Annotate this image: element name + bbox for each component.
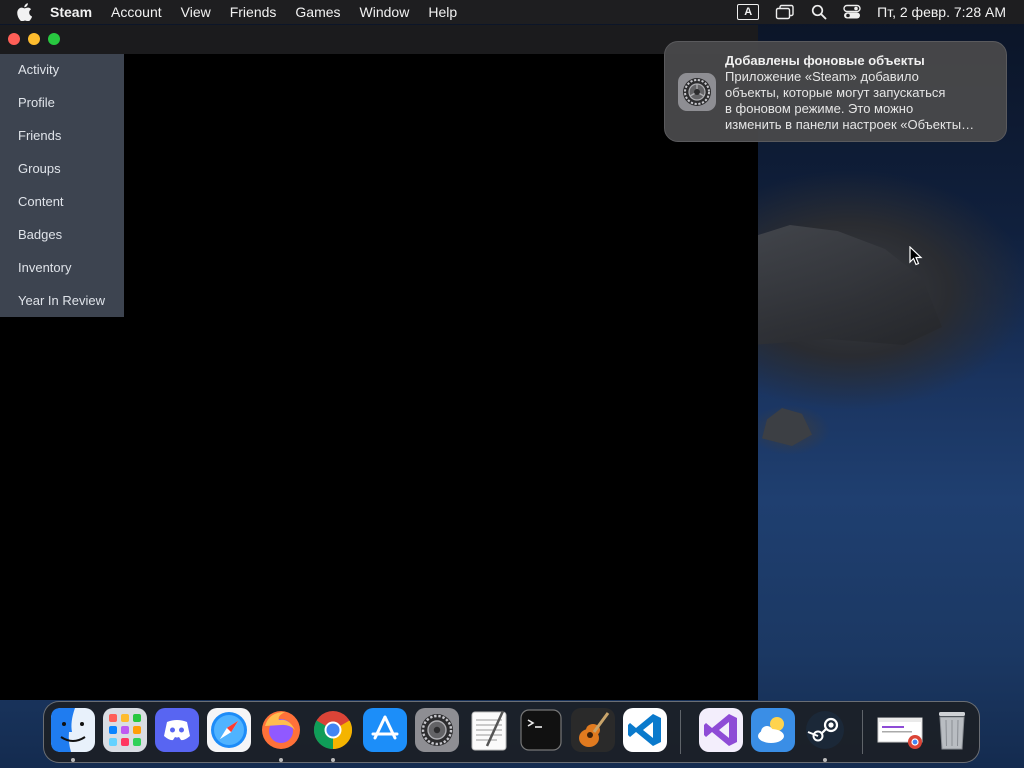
control-center-icon[interactable] xyxy=(843,4,861,20)
menu-account[interactable]: Account xyxy=(111,0,162,24)
launchpad-icon[interactable] xyxy=(103,708,147,752)
menu-item-content[interactable]: Content xyxy=(0,186,124,219)
garageband-icon[interactable] xyxy=(571,708,615,752)
wallpaper-rock xyxy=(752,225,942,345)
menu-friends[interactable]: Friends xyxy=(230,0,277,24)
terminal-icon[interactable] xyxy=(519,708,563,752)
menu-games[interactable]: Games xyxy=(295,0,340,24)
mouse-cursor-icon xyxy=(909,245,923,271)
window-titlebar[interactable] xyxy=(0,25,758,54)
menu-item-groups[interactable]: Groups xyxy=(0,153,124,186)
system-settings-dock-icon[interactable] xyxy=(415,708,459,752)
dock-separator xyxy=(680,710,681,754)
steam-icon[interactable] xyxy=(803,708,847,752)
notification-body: Приложение «Steam» добавило объекты, кот… xyxy=(725,69,975,132)
dock xyxy=(43,701,980,763)
screen-mirroring-icon[interactable] xyxy=(775,4,795,20)
chrome-icon[interactable] xyxy=(311,708,355,752)
weather-icon[interactable] xyxy=(751,708,795,752)
window-edge-shadow xyxy=(744,54,758,700)
menu-steam[interactable]: Steam xyxy=(50,0,92,24)
menu-item-badges[interactable]: Badges xyxy=(0,219,124,252)
zoom-window-button[interactable] xyxy=(48,33,60,45)
finder-running-indicator xyxy=(71,758,75,762)
chrome-document-icon[interactable] xyxy=(876,708,923,752)
visual-studio-icon[interactable] xyxy=(699,708,743,752)
menu-window[interactable]: Window xyxy=(360,0,410,24)
chrome-running-indicator xyxy=(331,758,335,762)
close-window-button[interactable] xyxy=(8,33,20,45)
safari-icon[interactable] xyxy=(207,708,251,752)
vscode-icon[interactable] xyxy=(623,708,667,752)
menu-view[interactable]: View xyxy=(181,0,211,24)
firefox-running-indicator xyxy=(279,758,283,762)
input-source-indicator[interactable]: A xyxy=(737,4,760,20)
dock-separator xyxy=(862,710,863,754)
notification-title: Добавлены фоновые объекты xyxy=(725,53,925,68)
wallpaper-islet xyxy=(762,408,812,446)
menu-item-activity[interactable]: Activity xyxy=(0,54,124,87)
background-items-notification[interactable]: Добавлены фоновые объекты Приложение «St… xyxy=(664,41,1007,142)
minimize-window-button[interactable] xyxy=(28,33,40,45)
discord-icon[interactable] xyxy=(155,708,199,752)
firefox-icon[interactable] xyxy=(259,708,303,752)
apple-menu-icon[interactable] xyxy=(16,3,36,21)
menu-item-year-in-review[interactable]: Year In Review xyxy=(0,285,124,318)
trash-icon[interactable] xyxy=(930,708,974,752)
textedit-icon[interactable] xyxy=(467,708,511,752)
menu-item-profile[interactable]: Profile xyxy=(0,87,124,120)
system-settings-icon xyxy=(678,73,716,111)
steam-running-indicator xyxy=(823,758,827,762)
menu-item-friends[interactable]: Friends xyxy=(0,120,124,153)
profile-dropdown-menu: Activity Profile Friends Groups Content … xyxy=(0,54,124,317)
app-store-icon[interactable] xyxy=(363,708,407,752)
finder-icon[interactable] xyxy=(51,708,95,752)
spotlight-search-icon[interactable] xyxy=(811,4,827,20)
menu-bar: Steam Account View Friends Games Window … xyxy=(0,0,1024,24)
menu-help[interactable]: Help xyxy=(428,0,457,24)
menu-item-inventory[interactable]: Inventory xyxy=(0,252,124,285)
menu-bar-clock[interactable]: Пт, 2 февр. 7:28 AM xyxy=(877,4,1006,20)
